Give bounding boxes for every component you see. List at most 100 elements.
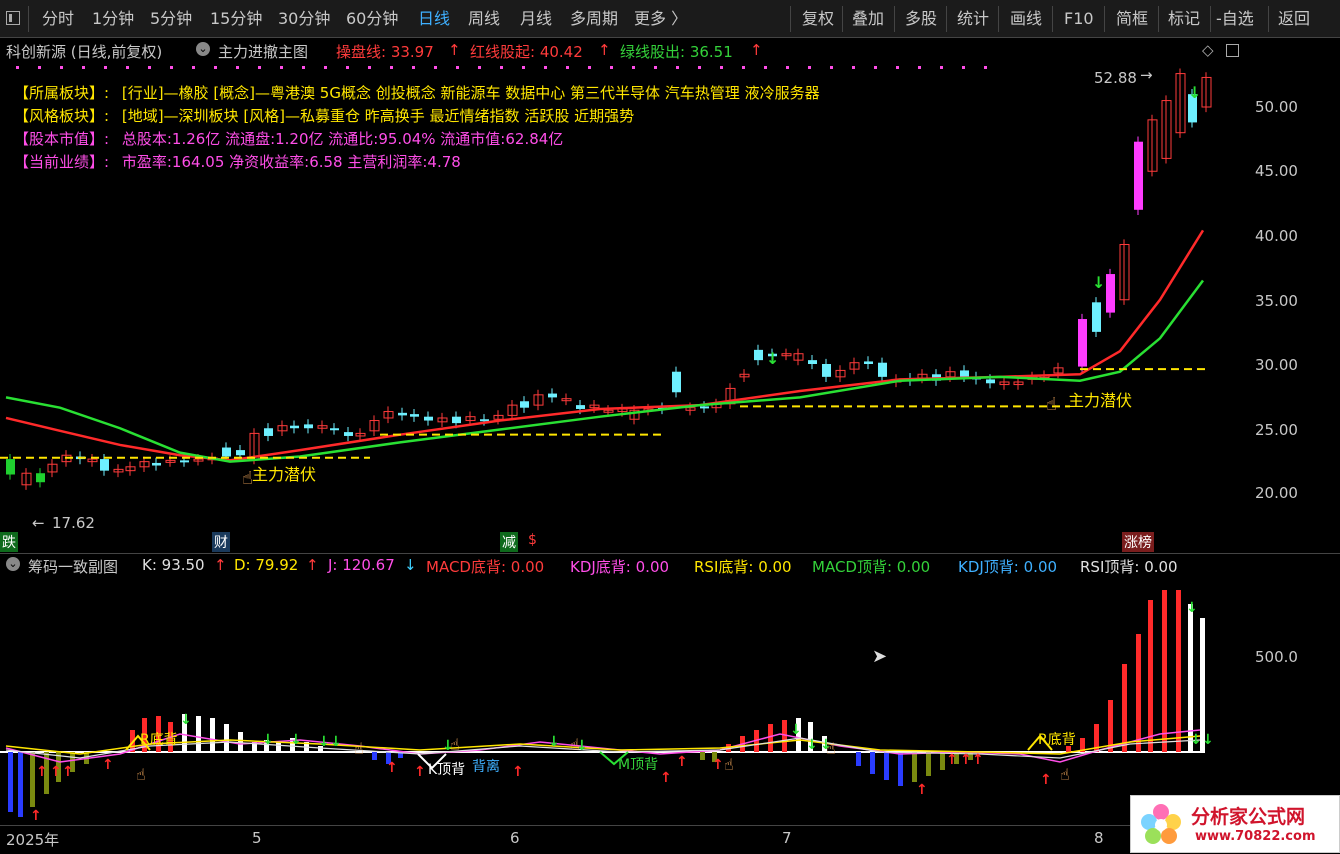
low-price-label: 17.62 (52, 514, 95, 532)
m-top-divergence-label: M顶背 (618, 757, 659, 773)
macd-bar (1188, 604, 1193, 752)
down-arrow-icon: ↓ (262, 732, 274, 748)
signal-dot (170, 66, 173, 69)
layout-toggle-icon[interactable] (6, 11, 20, 25)
j-arrow: ↓ (404, 556, 417, 574)
tab-monthly[interactable]: 月线 (520, 6, 552, 32)
macd-bar (1108, 700, 1113, 752)
tab-15min[interactable]: 15分钟 (210, 6, 262, 32)
sub-indicator-name[interactable]: 筹码一致副图 (28, 556, 118, 577)
fuquan-button[interactable]: 复权 (802, 6, 834, 32)
toolbar-separator (1210, 6, 1211, 32)
macd-bar (224, 724, 229, 752)
event-marker[interactable]: 财 (212, 532, 230, 552)
stock-title: 科创新源 (日线,前复权) (6, 43, 163, 61)
toolbar-separator (1268, 6, 1269, 32)
panel-layout-icon[interactable] (1226, 44, 1239, 57)
tab-daily[interactable]: 日线 (418, 6, 450, 32)
macd-bar (1136, 634, 1141, 752)
multi-stock-button[interactable]: 多股 (905, 6, 937, 32)
main-chart-panel[interactable]: ☝ ☝ ↓ ↓ ↓ 科创新源 (日线,前复权) ⌄ 主力进撤主图 操盘线: 33.97 … (0, 38, 1340, 553)
time-tick: 7 (782, 829, 792, 847)
info-style-text: [地域]—深圳板块 [风格]—私募重仓 昨高换手 最近情绪指数 活跃股 近期强势 (121, 107, 635, 125)
info-performance-text: 市盈率:164.05 净资收益率:6.58 主营利润率:4.78 (121, 153, 461, 171)
macd-bar (926, 752, 931, 776)
candle-body (304, 424, 313, 429)
time-tick: 5 (252, 829, 262, 847)
up-arrow-icon: ↑ (916, 782, 928, 798)
signal-dot (984, 66, 987, 69)
signal-dot (412, 66, 415, 69)
tab-fenshi[interactable]: 分时 (42, 6, 74, 32)
pointer-hand-icon: ☝ (826, 739, 836, 758)
down-arrow-icon: ↓ (318, 734, 330, 750)
f10-button[interactable]: F10 (1064, 6, 1094, 32)
chevron-down-icon[interactable]: ⌄ (6, 557, 20, 571)
signal-dot (390, 66, 393, 69)
statistics-button[interactable]: 统计 (957, 6, 989, 32)
candle-body (264, 428, 273, 436)
signal-dot (896, 66, 899, 69)
candle-body (410, 414, 419, 417)
tab-weekly[interactable]: 周线 (468, 6, 500, 32)
signal-dot (126, 66, 129, 69)
red-line-arrow: ↑ (598, 41, 611, 59)
candle-body (152, 462, 161, 466)
high-price-label: 52.88 (1094, 69, 1137, 87)
info-sector: 【所属板块】: [行业]—橡胶 [概念]—粤港澳 5G概念 创投概念 新能源车 … (14, 82, 820, 103)
up-arrow-icon: ↑ (102, 757, 114, 773)
back-button[interactable]: 返回 (1278, 6, 1310, 32)
tab-5min[interactable]: 5分钟 (150, 6, 192, 32)
toolbar-separator (946, 6, 947, 32)
price-tick: 45.00 (1255, 162, 1298, 180)
signal-dot (742, 66, 745, 69)
caopan-line-value: 操盘线: 33.97 (336, 43, 434, 61)
divergence-label: 背离 (472, 759, 500, 775)
draw-line-button[interactable]: 画线 (1010, 6, 1042, 32)
signal-dot (346, 66, 349, 69)
event-marker[interactable]: 减 (500, 532, 518, 552)
up-arrow-icon: ↑ (946, 752, 958, 768)
macd-bar (1122, 664, 1127, 752)
green-line-value: 绿线股出: 36.51 (620, 43, 733, 61)
simple-frame-button[interactable]: 简框 (1116, 6, 1148, 32)
zhuli-qianfu-label: 主力潜伏 (252, 465, 317, 484)
info-sector-text: [行业]—橡胶 [概念]—粤港澳 5G概念 创投概念 新能源车 数据中心 第三代… (121, 84, 820, 102)
d-arrow: ↑ (306, 556, 319, 574)
time-tick: 6 (510, 829, 520, 847)
add-watchlist-button[interactable]: -自选 (1216, 6, 1254, 32)
event-marker[interactable]: $ (526, 532, 539, 548)
up-arrow-icon: ↑ (960, 752, 972, 768)
candle-body (1092, 302, 1101, 332)
toolbar-separator (1104, 6, 1105, 32)
signal-dot (544, 66, 547, 69)
high-arrow-icon: → (1140, 66, 1153, 84)
candle-body (548, 393, 557, 398)
macd-bar (8, 752, 13, 812)
event-marker[interactable]: 涨榜 (1122, 532, 1154, 552)
tab-60min[interactable]: 60分钟 (346, 6, 398, 32)
k-top-divergence-label: K顶背 (428, 762, 466, 778)
down-arrow-icon: ↓ (1202, 732, 1214, 748)
mark-button[interactable]: 标记 (1168, 6, 1200, 32)
diamond-icon[interactable]: ◇ (1202, 41, 1214, 59)
indicator-name[interactable]: 主力进撤主图 (218, 41, 308, 62)
down-arrow-icon: ↓ (790, 722, 802, 738)
overlay-button[interactable]: 叠加 (852, 6, 884, 32)
tab-1min[interactable]: 1分钟 (92, 6, 134, 32)
tab-30min[interactable]: 30分钟 (278, 6, 330, 32)
up-arrow-icon: ↑ (972, 752, 984, 768)
sub-chart-panel[interactable]: ↑ ↑ ↑ ↑ ↑ ↑ ↑ ↑ ↑ ↑ ↑ ↑ ↑ ↑ ↑ ↑ ↓ ↓ ↓ ↓ ↓ ↓ ↓ ↓ ↓ ↓ ↓ ↓ ↓ ↓ ☝ ☝ ☝ ☝ ☝ ☝ ☝ ⌄ … (0, 553, 1340, 826)
tab-more[interactable]: 更多 〉 (634, 6, 687, 32)
sub-chart-canvas[interactable]: ↑ ↑ ↑ ↑ ↑ ↑ ↑ ↑↑ ↑↑↑ ↑ ↑↑↑↓↓ ↓ ↓ ↓ ↓ ↓ ↓↓↓ ↓↓↓ ↓☝☝ ☝ ☝☝☝☝ (0, 554, 1340, 826)
candle-body (700, 406, 709, 409)
toolbar-separator (894, 6, 895, 32)
pointer-hand-icon: ☝ (136, 765, 146, 784)
candle-body (236, 450, 245, 456)
watermark-title: 分析家公式网 (1191, 806, 1306, 828)
chevron-down-icon[interactable]: ⌄ (196, 42, 210, 56)
down-arrow-icon: ↓ (1190, 732, 1202, 748)
tab-multi-period[interactable]: 多周期 (570, 6, 618, 32)
event-marker[interactable]: 跌 (0, 532, 18, 552)
down-arrow-icon: ↓ (548, 734, 560, 750)
